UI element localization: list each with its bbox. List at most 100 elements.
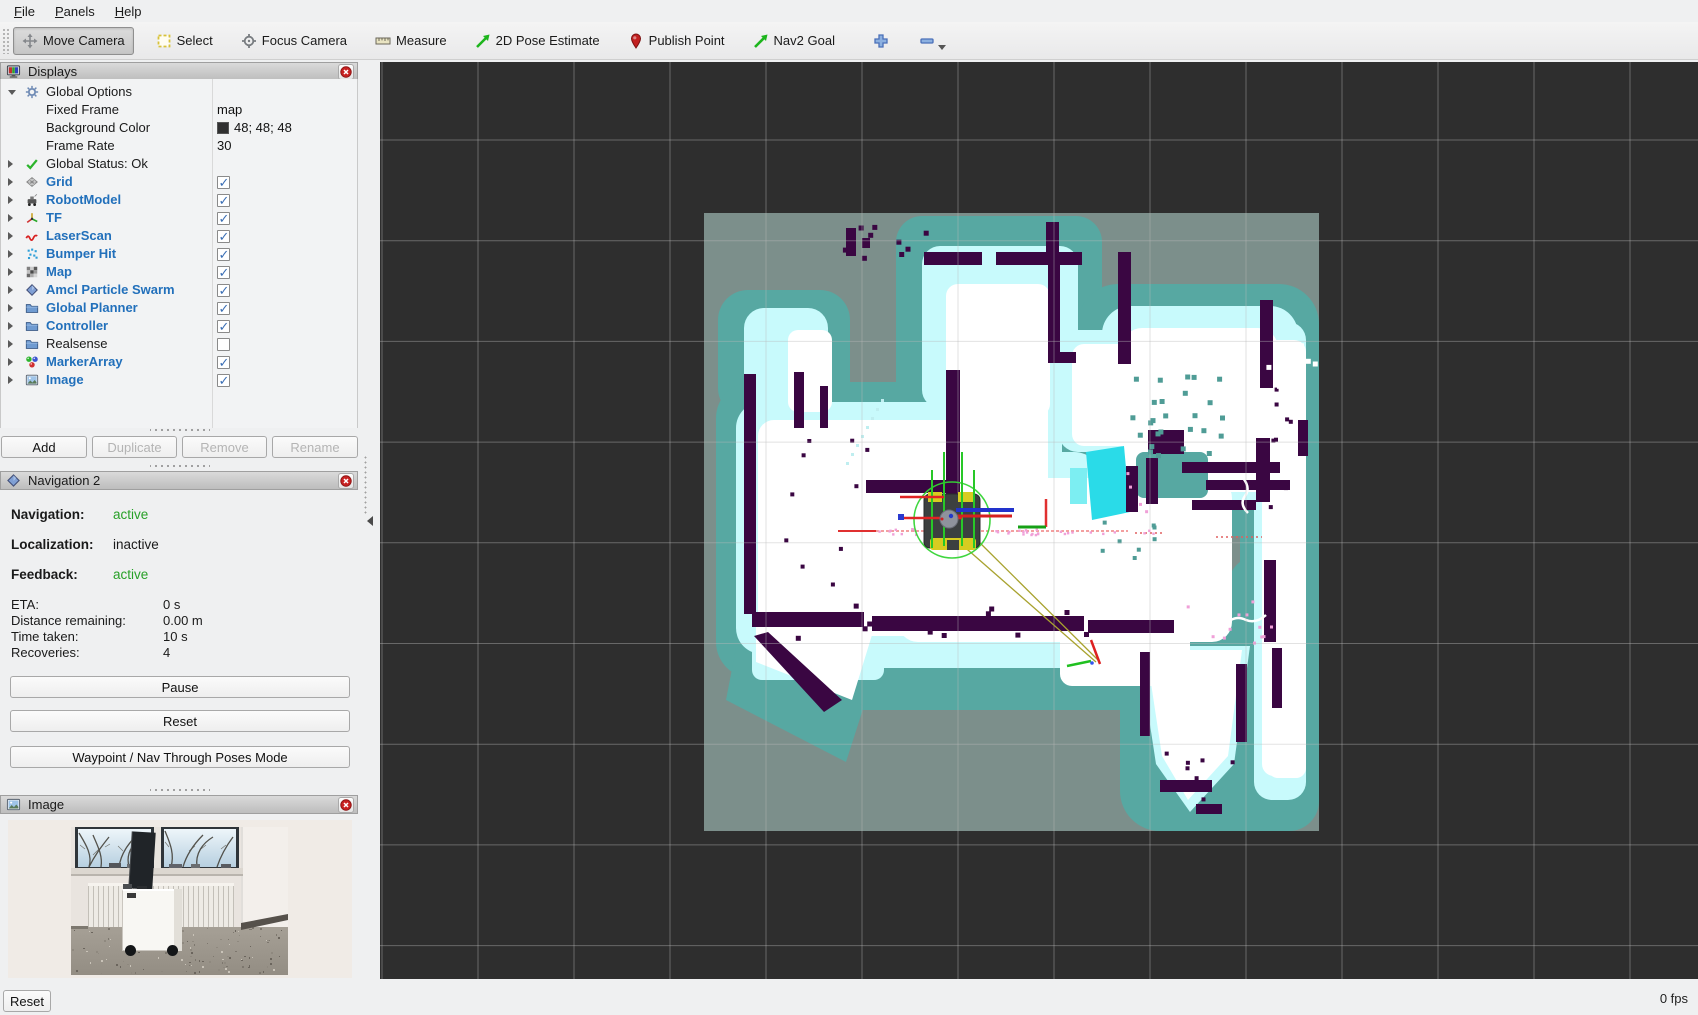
tool-measure[interactable]: Measure (367, 28, 455, 54)
expander-icon[interactable] (8, 160, 13, 168)
display-checkbox[interactable] (217, 284, 230, 297)
tool-2d-pose-estimate[interactable]: 2D Pose Estimate (467, 28, 608, 54)
tree-row-markerarray[interactable]: MarkerArray (1, 353, 357, 371)
panel-splitter-handle[interactable] (150, 464, 210, 468)
display-checkbox[interactable] (217, 374, 230, 387)
folder-icon (25, 301, 39, 315)
displays-close-button[interactable] (338, 64, 354, 80)
reset-button[interactable]: Reset (10, 710, 350, 732)
display-checkbox[interactable] (217, 212, 230, 225)
tree-row-map[interactable]: Map (1, 263, 357, 281)
menu-panels[interactable]: Panels (45, 2, 105, 21)
tree-row-global-status-ok[interactable]: Global Status: Ok (1, 155, 357, 173)
tree-row-frame-rate[interactable]: Frame Rate30 (1, 137, 357, 155)
nav-metric-label: Distance remaining: (11, 613, 126, 628)
expander-icon[interactable] (8, 304, 13, 312)
tool-move-camera[interactable]: Move Camera (13, 27, 134, 55)
nav-metric-value: 0 s (163, 597, 180, 612)
folder-icon (25, 319, 39, 333)
remove-button[interactable]: Remove (182, 436, 267, 458)
photo-monitor (128, 831, 155, 889)
toolbar-drag-handle[interactable] (2, 28, 10, 54)
reset-button[interactable]: Reset (3, 990, 51, 1012)
display-checkbox[interactable] (217, 356, 230, 369)
display-checkbox[interactable] (217, 248, 230, 261)
expander-icon[interactable] (8, 268, 13, 276)
tree-row-fixed-frame[interactable]: Fixed Framemap (1, 101, 357, 119)
expander-icon[interactable] (8, 358, 13, 366)
display-checkbox[interactable] (217, 176, 230, 189)
tree-row-label: Controller (46, 317, 108, 335)
display-checkbox[interactable] (217, 266, 230, 279)
tree-row-image[interactable]: Image (1, 371, 357, 389)
image-close-button[interactable] (338, 797, 354, 813)
tree-row-global-options[interactable]: Global Options (1, 83, 357, 101)
tree-row-controller[interactable]: Controller (1, 317, 357, 335)
expander-icon[interactable] (8, 214, 13, 222)
expander-icon[interactable] (8, 286, 13, 294)
tool-focus-camera[interactable]: Focus Camera (233, 28, 355, 54)
grid-icon (25, 175, 39, 189)
dropdown-caret-icon (938, 45, 946, 50)
pause-button[interactable]: Pause (10, 676, 350, 698)
tree-row-tf[interactable]: TF (1, 209, 357, 227)
display-checkbox[interactable] (217, 338, 230, 351)
navigation-close-button[interactable] (338, 473, 354, 489)
tree-row-laserscan[interactable]: LaserScan (1, 227, 357, 245)
display-checkbox[interactable] (217, 230, 230, 243)
plus-icon (873, 33, 889, 49)
menu-help[interactable]: Help (105, 2, 152, 21)
image-panel-header[interactable]: Image (0, 795, 358, 814)
goal-arrow-icon (753, 33, 769, 49)
tree-row-robotmodel[interactable]: RobotModel (1, 191, 357, 209)
expander-icon[interactable] (8, 232, 13, 240)
tool-select[interactable]: Select (148, 28, 221, 54)
tree-row-value[interactable]: 30 (217, 137, 231, 155)
menu-file[interactable]: File (4, 2, 45, 21)
tree-row-realsense[interactable]: Realsense (1, 335, 357, 353)
photo-cabinet (122, 889, 182, 951)
display-checkbox[interactable] (217, 194, 230, 207)
displays-panel-title: Displays (28, 64, 77, 79)
expander-icon[interactable] (8, 340, 13, 348)
expander-icon[interactable] (8, 90, 16, 95)
tree-row-amcl-particle-swarm[interactable]: Amcl Particle Swarm (1, 281, 357, 299)
nav-metric-value: 4 (163, 645, 170, 660)
nav-status-label: Localization: (11, 537, 94, 552)
photo-wheel (167, 945, 178, 956)
tree-row-grid[interactable]: Grid (1, 173, 357, 191)
measure-icon (375, 33, 391, 49)
status-bar: Reset 0 fps (0, 979, 1698, 1015)
tree-row-global-planner[interactable]: Global Planner (1, 299, 357, 317)
expander-icon[interactable] (8, 376, 13, 384)
move-camera-icon (22, 33, 38, 49)
tree-row-value[interactable]: 48; 48; 48 (217, 119, 292, 137)
nav-status-value: active (113, 567, 148, 582)
navigation-panel-header[interactable]: Navigation 2 (0, 471, 358, 490)
duplicate-button[interactable]: Duplicate (92, 436, 177, 458)
expander-icon[interactable] (8, 250, 13, 258)
image-splitter-handle[interactable] (150, 788, 210, 792)
expander-icon[interactable] (8, 178, 13, 186)
display-checkbox[interactable] (217, 320, 230, 333)
rename-button[interactable]: Rename (272, 436, 358, 458)
nav2-diamond-icon (6, 473, 21, 488)
add-button[interactable]: Add (1, 436, 87, 458)
tree-row-label: Realsense (46, 335, 107, 353)
expander-icon[interactable] (8, 322, 13, 330)
expander-icon[interactable] (8, 196, 13, 204)
displays-splitter-handle[interactable] (150, 428, 210, 432)
tree-row-bumper-hit[interactable]: Bumper Hit (1, 245, 357, 263)
zoom-out-button[interactable] (913, 28, 954, 54)
zoom-in-button[interactable] (867, 28, 895, 54)
dock-splitter[interactable] (358, 60, 380, 979)
waypoint-nav-through-poses-mode-button[interactable]: Waypoint / Nav Through Poses Mode (10, 746, 350, 768)
tool-publish-point[interactable]: Publish Point (620, 28, 733, 54)
tree-row-label: MarkerArray (46, 353, 123, 371)
display-checkbox[interactable] (217, 302, 230, 315)
tree-row-background-color[interactable]: Background Color48; 48; 48 (1, 119, 357, 137)
3d-viewport[interactable] (380, 62, 1698, 979)
dock-collapse-arrow-icon[interactable] (367, 516, 373, 526)
tree-row-value[interactable]: map (217, 101, 242, 119)
tool-nav2-goal[interactable]: Nav2 Goal (745, 28, 843, 54)
